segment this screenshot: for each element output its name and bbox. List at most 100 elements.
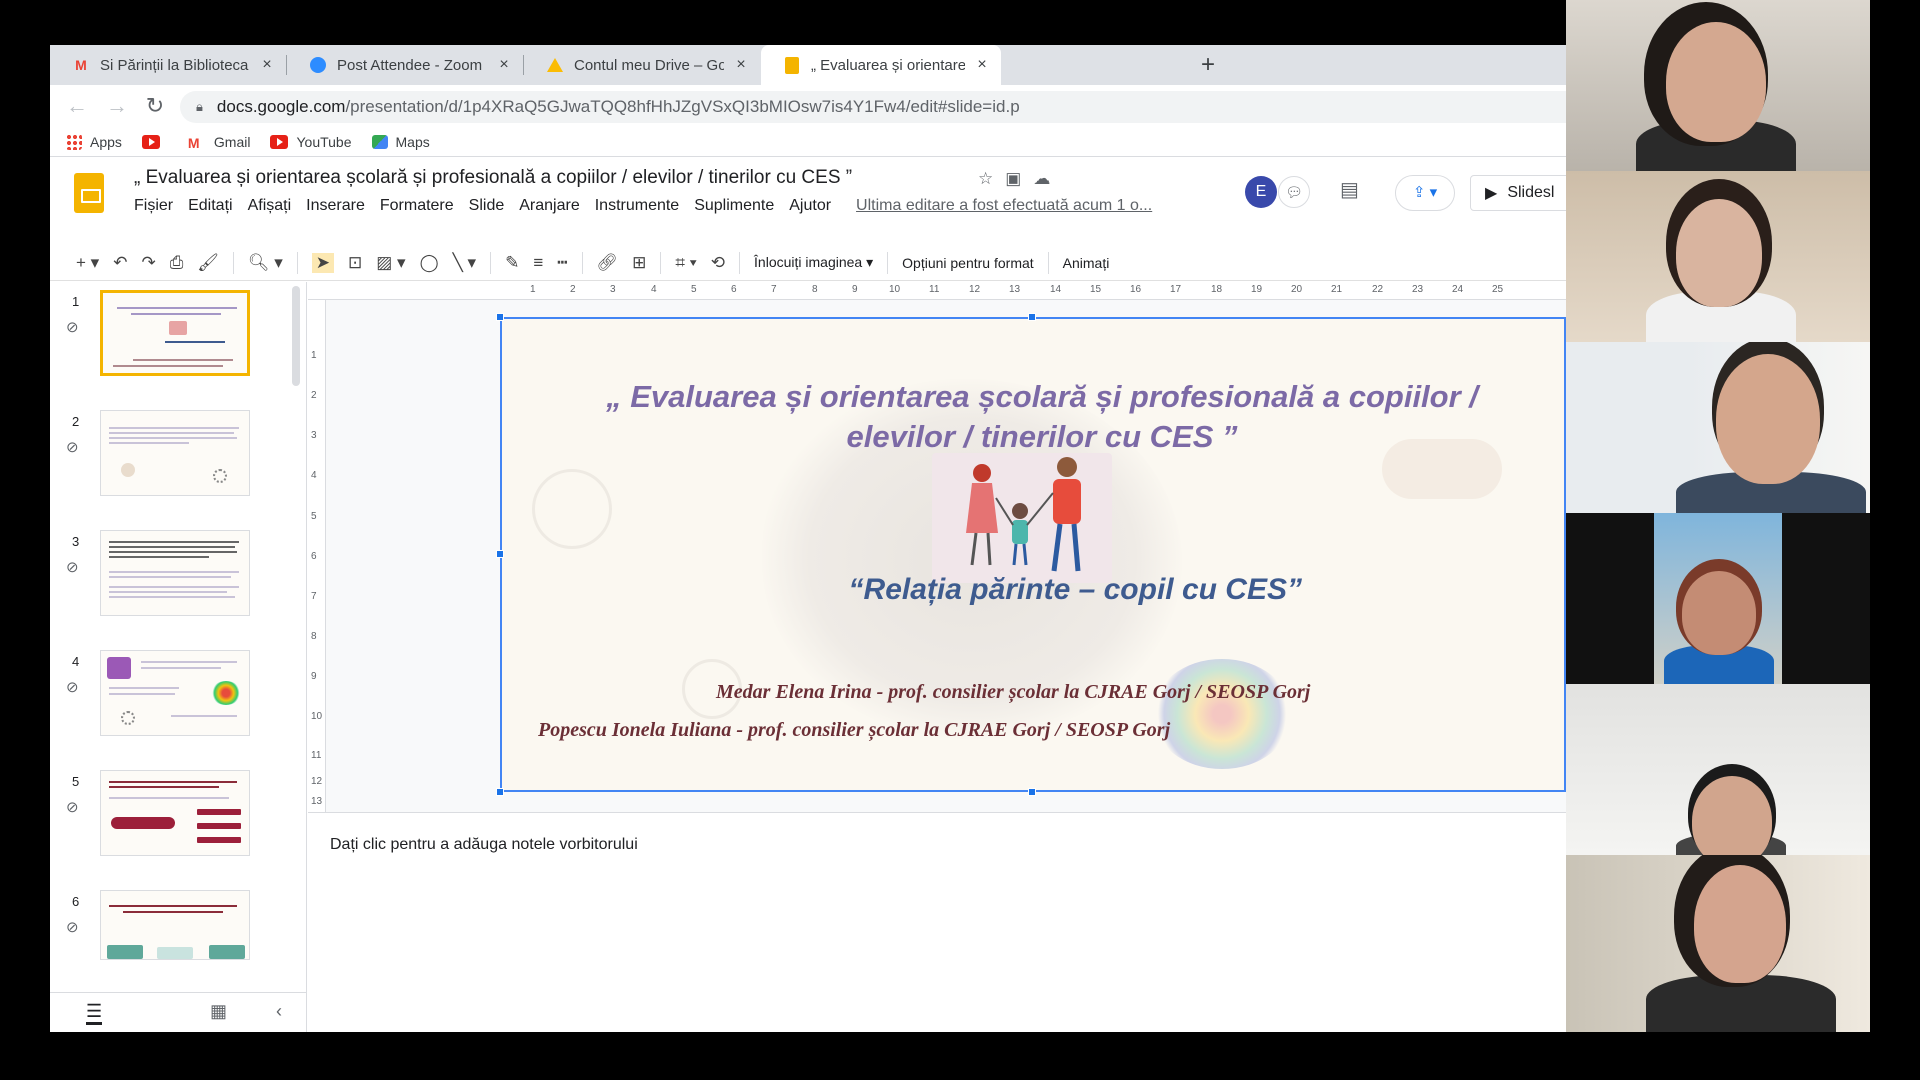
back-arrow-icon[interactable]: ← <box>62 91 92 121</box>
select-cursor-icon[interactable]: ➤ <box>311 252 334 273</box>
menu-tools[interactable]: Instrumente <box>595 197 679 215</box>
star-icon[interactable]: ☆ <box>978 169 993 189</box>
forward-arrow-icon[interactable]: → <box>102 91 132 121</box>
menu-addons[interactable]: Suplimente <box>694 197 774 215</box>
speaker-notes[interactable]: Dați clic pentru a adăuga notele vorbito… <box>308 820 1566 1032</box>
redo-icon[interactable]: ↷ <box>141 253 155 273</box>
menu-arrange[interactable]: Aranjare <box>519 197 579 215</box>
tab-gmail[interactable]: M Si Părinții la Biblioteca - nely.iulia… <box>50 45 286 85</box>
notes-resize-handle[interactable] <box>308 812 1566 820</box>
slide-thumbnail-row[interactable]: 6 ⊘ <box>50 890 290 1000</box>
move-folder-icon[interactable]: ▣ <box>1005 169 1021 189</box>
participant-video[interactable] <box>1566 342 1870 513</box>
paint-format-icon[interactable]: 🖌︎ <box>197 253 219 273</box>
pen-icon[interactable]: ✎ <box>505 253 519 273</box>
slide-thumbnail-row[interactable]: 4 ⊘ <box>50 650 290 760</box>
zoom-icon[interactable]: 🔍︎ ▾ <box>248 253 283 273</box>
menu-edit[interactable]: Editați <box>188 197 232 215</box>
close-icon[interactable]: × <box>258 56 276 74</box>
replace-image-button[interactable]: Înlocuiți imaginea ▾ <box>754 254 873 271</box>
slide-thumbnail[interactable] <box>100 650 250 736</box>
shape-icon[interactable]: ◯ <box>420 253 439 273</box>
participant-video[interactable] <box>1566 171 1870 342</box>
slide-thumbnail[interactable] <box>100 770 250 856</box>
comment-add-icon[interactable]: ⊞ <box>632 253 646 273</box>
participant-video[interactable] <box>1566 0 1870 171</box>
list-view-icon[interactable]: ☰ <box>86 1001 103 1025</box>
author-line-2[interactable]: Popescu Ionela Iuliana - prof. consilier… <box>538 719 1170 742</box>
slide-thumbnail[interactable] <box>100 410 250 496</box>
close-icon[interactable]: × <box>732 56 750 74</box>
bookmark-gmail[interactable]: M Gmail <box>188 134 251 151</box>
animate-button[interactable]: Animați <box>1063 255 1110 271</box>
new-tab-button[interactable]: + <box>1194 52 1222 80</box>
speaker-notes-placeholder[interactable]: Dați clic pentru a adăuga notele vorbito… <box>330 836 638 854</box>
author-line-1[interactable]: Medar Elena Irina - prof. consilier școl… <box>716 681 1310 704</box>
new-slide-icon[interactable]: + ▾ <box>76 253 99 273</box>
slide-subtitle[interactable]: “Relația părinte – copil cu CES” <box>842 573 1302 607</box>
slide-thumbnail-row[interactable]: 1 ⊘ <box>50 290 290 400</box>
bookmark-youtube[interactable]: YouTube <box>270 134 352 150</box>
comments-icon[interactable]: ▤ <box>1340 177 1359 202</box>
browser-window: M Si Părinții la Biblioteca - nely.iulia… <box>50 45 1566 1032</box>
filmstrip-scrollbar[interactable] <box>292 286 300 386</box>
link-icon[interactable]: 🔗︎ <box>597 253 619 273</box>
slide-thumbnail-row[interactable]: 2 ⊘ <box>50 410 290 520</box>
chat-icon[interactable]: 💬︎ <box>1278 176 1310 208</box>
resize-handle[interactable] <box>496 788 504 796</box>
ruler-tick: 24 <box>1452 284 1464 295</box>
avatar[interactable]: E <box>1245 176 1277 208</box>
family-illustration[interactable] <box>932 453 1112 583</box>
reload-icon[interactable]: ↻ <box>140 91 170 121</box>
text-box-icon[interactable]: ⊡ <box>348 253 362 273</box>
slideshow-button[interactable]: ▶ Slidesl <box>1470 175 1566 211</box>
slide-title[interactable]: „ Evaluarea și orientarea școlară și pro… <box>562 377 1522 457</box>
print-icon[interactable]: ⎙ <box>170 253 184 273</box>
cloud-status-icon[interactable]: ☁ <box>1033 169 1050 189</box>
image-icon[interactable]: ▨ ▾ <box>376 253 405 273</box>
menu-help[interactable]: Ajutor <box>789 197 831 215</box>
menu-format[interactable]: Formatere <box>380 197 454 215</box>
url-field[interactable]: 🔒︎ docs.google.com/presentation/d/1p4XRa… <box>180 91 1566 123</box>
format-options-button[interactable]: Opțiuni pentru format <box>902 255 1034 271</box>
resize-handle[interactable] <box>1028 788 1036 796</box>
menu-slide[interactable]: Slide <box>469 197 505 215</box>
line-icon[interactable]: ╲ ▾ <box>453 253 477 273</box>
participant-video[interactable] <box>1566 855 1870 1032</box>
tab-zoom[interactable]: Post Attendee - Zoom × <box>287 45 523 85</box>
slide-thumbnail[interactable] <box>100 890 250 960</box>
bookmark-maps[interactable]: Maps <box>371 134 430 150</box>
undo-icon[interactable]: ↶ <box>113 253 127 273</box>
bookmark-apps[interactable]: Apps <box>66 133 122 150</box>
slide-thumbnail[interactable] <box>100 530 250 616</box>
reset-image-icon[interactable]: ⟲ <box>711 253 725 273</box>
participant-video[interactable] <box>1566 513 1870 684</box>
slides-logo-icon[interactable] <box>74 173 104 213</box>
resize-handle[interactable] <box>1028 313 1036 321</box>
tab-drive[interactable]: Contul meu Drive – Google Drive × <box>524 45 760 85</box>
present-button[interactable]: ⇪ ▾ <box>1395 175 1455 211</box>
resize-handle[interactable] <box>496 550 504 558</box>
bookmark-youtube-icon-only[interactable] <box>141 134 168 149</box>
menu-file[interactable]: Fișier <box>134 197 173 215</box>
menu-view[interactable]: Afișați <box>248 197 292 215</box>
grid-view-icon[interactable]: ▦ <box>210 1001 227 1022</box>
close-icon[interactable]: × <box>495 56 513 74</box>
slide-thumbnail-row[interactable]: 3 ⊘ <box>50 530 290 640</box>
participant-video[interactable] <box>1566 684 1870 855</box>
tab-slides[interactable]: „ Evaluarea și orientarea școlară ș × <box>761 45 1001 85</box>
resize-handle[interactable] <box>496 313 504 321</box>
border-dash-icon[interactable]: ┅ <box>557 253 567 273</box>
ruler-tick: 11 <box>311 750 322 761</box>
last-edit-link[interactable]: Ultima editare a fost efectuată acum 1 o… <box>856 197 1176 215</box>
close-icon[interactable]: × <box>973 56 991 74</box>
current-slide[interactable]: „ Evaluarea și orientarea școlară și pro… <box>500 317 1566 792</box>
crop-icon[interactable]: ⌗ ▾ <box>675 253 696 273</box>
menu-insert[interactable]: Inserare <box>306 197 365 215</box>
border-weight-icon[interactable]: ≡ <box>533 253 543 273</box>
thumb-image <box>121 711 135 725</box>
collapse-icon[interactable]: ‹ <box>276 1001 282 1022</box>
document-title[interactable]: „ Evaluarea și orientarea școlară și pro… <box>134 167 852 189</box>
slide-thumbnail-row[interactable]: 5 ⊘ <box>50 770 290 880</box>
slide-thumbnail[interactable] <box>100 290 250 376</box>
